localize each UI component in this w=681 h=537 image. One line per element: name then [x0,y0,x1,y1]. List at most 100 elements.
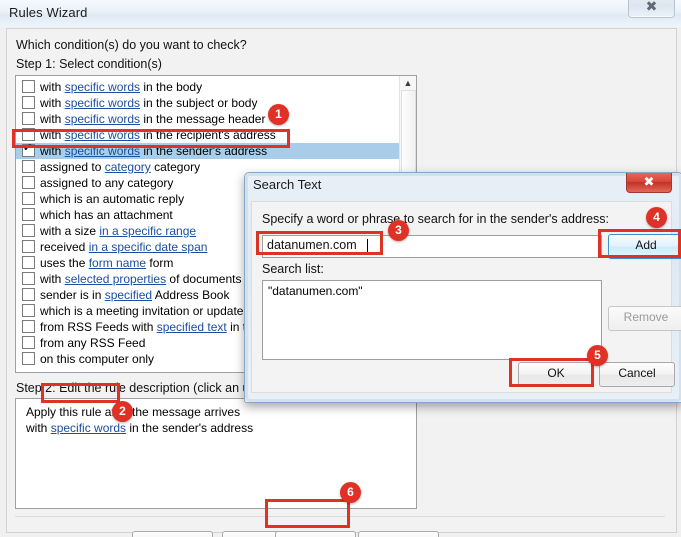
checkbox-icon[interactable] [22,352,35,365]
wizard-question: Which condition(s) do you want to check? [16,38,247,52]
condition-text-before: sender is in [40,288,105,302]
condition-text-before: which is a meeting invitation or update [40,304,244,318]
list-item[interactable]: "datanumen.com" [268,284,363,298]
condition-text-after: in the sender's address [140,144,268,158]
add-button[interactable]: Add [608,234,681,259]
close-icon: ✖ [645,0,658,14]
search-text-content: Specify a word or phrase to search for i… [251,201,681,393]
footer-divider [15,516,665,517]
rule-description-line-1: Apply this rule after the message arrive… [26,405,241,419]
search-text-prompt: Specify a word or phrase to search for i… [262,212,610,226]
condition-link[interactable]: specific words [65,112,140,126]
checkbox-icon[interactable] [22,208,35,221]
condition-text-before: which has an attachment [40,208,173,222]
condition-link[interactable]: selected properties [65,272,166,286]
condition-link[interactable]: in a specific range [99,224,196,238]
step1-label: Step 1: Select condition(s) [16,57,162,71]
desc-text-before: with [26,421,51,435]
checkbox-icon[interactable] [22,240,35,253]
condition-text-before: on this computer only [40,352,155,366]
condition-row[interactable]: with specific words in the message heade… [16,111,399,127]
condition-link[interactable]: specified [105,288,152,302]
condition-text-before: uses the [40,256,89,270]
checkbox-icon[interactable] [22,96,35,109]
condition-text-before: with a size [40,224,100,238]
remove-button[interactable]: Remove [608,306,681,331]
checkbox-icon[interactable] [22,192,35,205]
condition-text-before: with [40,272,65,286]
condition-row[interactable]: with specific words in the recipient's a… [16,127,399,143]
search-text-cancel-button[interactable]: Cancel [599,362,675,387]
ok-button[interactable]: OK [518,362,594,387]
condition-text-before: which is an automatic reply [40,192,185,206]
checkbox-icon[interactable] [22,256,35,269]
condition-text-after: Address Book [152,288,230,302]
rules-wizard-title: Rules Wizard [9,5,88,20]
condition-link[interactable]: specified text [157,320,227,334]
search-text-input-value: datanumen.com [267,238,357,252]
condition-text-after: in the subject or body [140,96,258,110]
annotation-badge-3: 3 [388,220,409,241]
finish-button[interactable]: Finish [358,531,439,537]
desc-specific-words-link[interactable]: specific words [51,421,126,435]
condition-text-after: in the message header [140,112,266,126]
checkbox-icon[interactable] [22,336,35,349]
rules-wizard-titlebar: Rules Wizard ✖ [0,0,681,27]
checkbox-icon[interactable] [22,304,35,317]
condition-text-before: with [40,80,65,94]
condition-text-before: from any RSS Feed [40,336,146,350]
condition-text-before: with [40,112,65,126]
scroll-up-arrow-icon[interactable]: ▲ [400,78,416,88]
search-text-input[interactable]: datanumen.com [262,235,602,258]
close-button[interactable]: ✖ [628,0,675,18]
checkbox-icon[interactable] [22,288,35,301]
search-text-dialog: Search Text ✖ Specify a word or phrase t… [244,172,681,403]
checkbox-icon[interactable] [22,224,35,237]
search-text-close-button[interactable]: ✖ [626,173,672,193]
condition-link[interactable]: specific words [65,144,140,158]
search-text-title: Search Text [253,177,322,192]
annotation-badge-6: 6 [340,482,361,503]
close-icon: ✖ [643,174,655,189]
search-text-titlebar: Search Text ✖ [245,173,676,201]
condition-row[interactable]: with specific words in the body [16,79,399,95]
condition-text-after: in the body [140,80,203,94]
condition-text-before: received [40,240,89,254]
condition-text-before: assigned to any category [40,176,174,190]
annotation-badge-5: 5 [587,345,608,366]
condition-text-after: form [146,256,174,270]
condition-row[interactable]: with specific words in the subject or bo… [16,95,399,111]
cancel-button[interactable]: Cancel [132,531,213,537]
condition-link[interactable]: specific words [65,80,140,94]
next-button[interactable]: Next > [275,531,356,537]
condition-row[interactable]: with specific words in the sender's addr… [16,142,399,159]
condition-link[interactable]: specific words [65,96,140,110]
condition-text-after: in the recipient's address [140,128,276,142]
condition-text-before: assigned to [40,160,105,174]
annotation-badge-1: 1 [268,104,289,125]
condition-link[interactable]: in a specific date span [89,240,208,254]
search-list[interactable]: "datanumen.com" [262,280,602,360]
condition-link[interactable]: form name [89,256,146,270]
condition-text-before: with [40,128,65,142]
condition-text-before: with [40,144,65,158]
checkbox-icon[interactable] [22,128,35,141]
condition-link[interactable]: specific words [65,128,140,142]
annotation-badge-4: 4 [646,207,667,228]
text-caret [367,239,368,254]
checkbox-icon[interactable] [22,320,35,333]
condition-text-before: from RSS Feeds with [40,320,157,334]
search-list-label: Search list: [262,262,324,276]
condition-link[interactable]: category [105,160,151,174]
desc-text-after: in the sender's address [126,421,254,435]
checkbox-checked-icon[interactable] [22,142,35,157]
checkbox-icon[interactable] [22,160,35,173]
condition-text-before: with [40,96,65,110]
annotation-badge-2: 2 [112,401,133,422]
rule-description-line-2: with specific words in the sender's addr… [26,421,253,435]
checkbox-icon[interactable] [22,176,35,189]
checkbox-icon[interactable] [22,80,35,93]
checkbox-icon[interactable] [22,112,35,125]
screenshot-root: Rules Wizard ✖ Which condition(s) do you… [0,0,681,537]
checkbox-icon[interactable] [22,272,35,285]
